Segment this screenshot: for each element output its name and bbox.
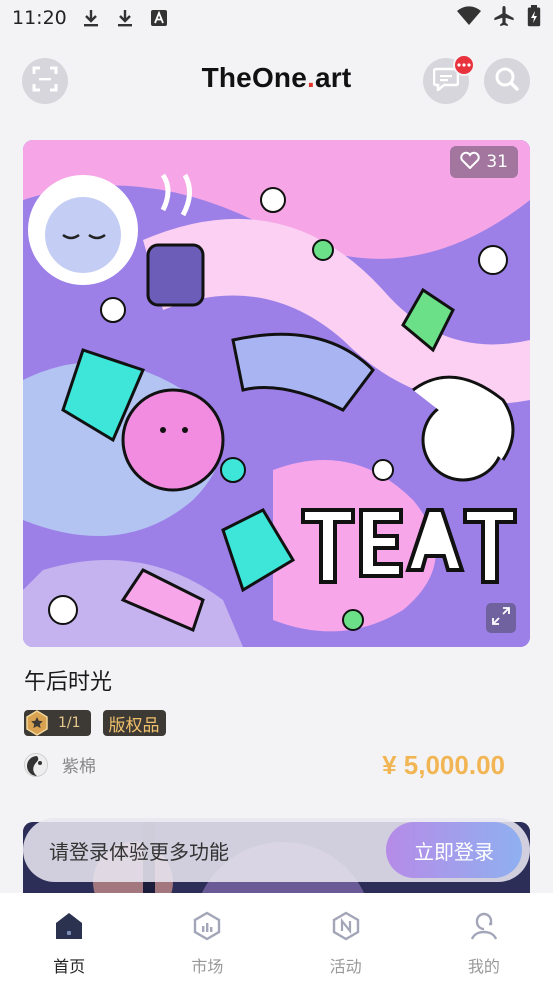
activity-icon [331, 911, 361, 945]
login-button[interactable]: 立即登录 [386, 822, 522, 878]
copyright-badge: 版权品 [102, 710, 166, 736]
status-bar: 11:20 [0, 0, 553, 36]
status-time: 11:20 [12, 7, 67, 29]
artwork-price: ¥ 5,000.00 [382, 750, 505, 780]
search-button[interactable] [484, 58, 530, 104]
notification-badge [453, 54, 475, 76]
edition-badge: 1/1 [24, 710, 91, 736]
airplane-icon [493, 5, 515, 31]
like-button[interactable]: 31 [450, 146, 518, 178]
like-count: 31 [486, 152, 508, 172]
nav-activity[interactable]: 活动 [277, 893, 415, 984]
creator-name: 紫棉 [62, 757, 96, 777]
nav-activity-label: 活动 [329, 957, 362, 976]
home-icon [54, 911, 84, 945]
heart-icon [460, 151, 481, 174]
star-badge-icon [24, 710, 50, 736]
battery-icon [527, 5, 541, 31]
edition-text: 1/1 [58, 715, 81, 731]
logo-text: TheOne [201, 62, 308, 93]
bottom-nav: 首页 市场 活动 我的 [0, 893, 553, 984]
download-icon [81, 8, 101, 28]
nav-market[interactable]: 市场 [138, 893, 276, 984]
nav-home-label: 首页 [53, 957, 86, 976]
nav-profile-label: 我的 [467, 957, 500, 976]
expand-button[interactable] [486, 603, 516, 633]
artwork-image[interactable]: 31 [23, 140, 530, 647]
logo-suffix: art [315, 62, 352, 93]
artwork-tags: 1/1 版权品 [24, 710, 166, 736]
expand-icon [492, 607, 510, 629]
artwork-illustration [23, 140, 530, 647]
creator-info[interactable]: 紫棉 [24, 752, 96, 777]
creator-avatar [24, 752, 48, 777]
market-icon [192, 911, 222, 945]
login-prompt: 请登录体验更多功能 立即登录 [23, 818, 530, 882]
wifi-icon [457, 6, 481, 30]
nav-market-label: 市场 [191, 957, 224, 976]
logo-dot: . [307, 62, 315, 93]
login-prompt-text: 请登录体验更多功能 [49, 840, 229, 864]
artwork-title[interactable]: 午后时光 [24, 664, 112, 696]
search-icon [494, 66, 520, 96]
download-icon [115, 8, 135, 28]
profile-icon [469, 911, 499, 945]
nav-home[interactable]: 首页 [0, 893, 138, 984]
nav-profile[interactable]: 我的 [415, 893, 553, 984]
font-icon [149, 8, 169, 28]
